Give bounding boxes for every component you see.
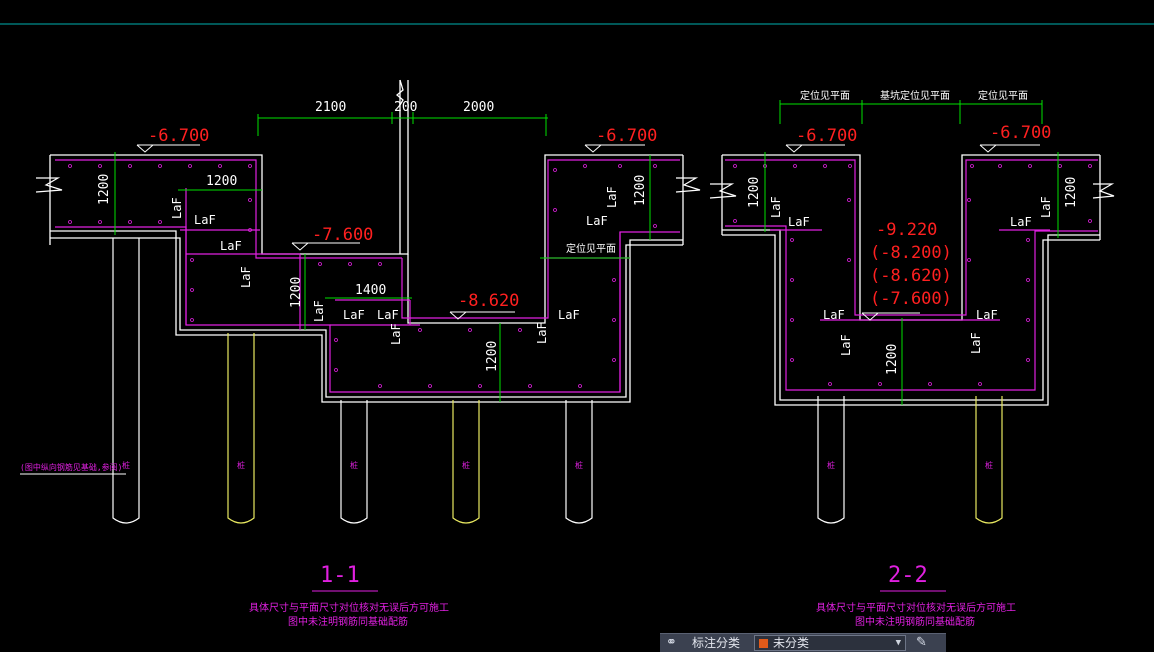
dim-200: 200	[394, 100, 417, 115]
elevation-low-1: -8.620	[458, 291, 519, 311]
anchor-laf: LaF	[839, 334, 853, 356]
section-note-1-line1: 具体尺寸与平面尺寸对位核对无误后方可施工	[249, 601, 449, 614]
position-note-1: 定位见平面	[566, 242, 616, 255]
pile-tag: 桩	[122, 460, 130, 470]
pile-1	[112, 238, 140, 524]
s2-elevation-right: -6.700	[990, 123, 1051, 143]
edit-icon[interactable]: ✎	[916, 635, 940, 651]
anchor-laf: LaF	[220, 239, 242, 253]
section-title-1-1: 1-1	[320, 563, 360, 588]
pile-tag: 桩	[462, 460, 470, 470]
section-1-1: 2100 200 2000 1200 1400 1200 1200 1200 1…	[20, 79, 701, 628]
pile-tag: 桩	[985, 460, 993, 470]
break-mark-left	[35, 177, 63, 193]
dim-1400: 1400	[355, 283, 386, 298]
anchor-laf: LaF	[194, 213, 216, 227]
elevation-left-1: -6.700	[148, 126, 209, 146]
dim-1200-left-top: 1200	[206, 174, 237, 189]
anchor-laf: LaF	[558, 308, 580, 322]
s2-elevation-center-2: (-8.200)	[870, 243, 952, 263]
anchor-laf: LaF	[239, 266, 253, 288]
anchor-laf: LaF	[1039, 196, 1053, 218]
section-note-1-line2: 图中未注明钢筋同基础配筋	[288, 615, 408, 628]
break-mark-right-2	[1092, 183, 1115, 199]
anchor-laf: LaF	[377, 308, 399, 322]
s2-pile-2	[975, 396, 1003, 524]
section-note-2-line1: 具体尺寸与平面尺寸对位核对无误后方可施工	[816, 601, 1016, 614]
anchor-laf: LaF	[769, 196, 783, 218]
s2-pile-1	[817, 396, 845, 524]
anchor-laf: LaF	[976, 308, 998, 322]
break-mark-right	[675, 177, 701, 193]
bottom-outline	[50, 230, 683, 403]
chevron-down-icon: ▼	[895, 638, 901, 648]
section-2-2: 定位见平面 基坑定位见平面 定位见平面 -6.700 -6.700 -9.220…	[709, 89, 1115, 628]
pile-tag: 桩	[575, 460, 583, 470]
anchor-laf: LaF	[343, 308, 365, 322]
pile-tag: 桩	[237, 460, 245, 470]
category-select[interactable]: 未分类 ▼	[754, 635, 906, 651]
s2-elevation-left: -6.700	[796, 126, 857, 146]
s2-elevation-center-1: -9.220	[876, 220, 937, 240]
anchor-laf: LaF	[605, 186, 619, 208]
side-note: (图中纵向钢筋见基础,参阅)	[20, 462, 122, 472]
anchor-laf: LaF	[788, 215, 810, 229]
dim-2100: 2100	[315, 100, 346, 115]
s2-position-note-left: 定位见平面	[800, 89, 850, 102]
anchor-laf: LaF	[823, 308, 845, 322]
anchor-laf: LaF	[312, 300, 326, 322]
anchor-laf: LaF	[969, 332, 983, 354]
anchor-laf: LaF	[1010, 215, 1032, 229]
category-label: 标注分类	[692, 636, 741, 650]
category-value: 未分类	[773, 636, 810, 650]
link-icon[interactable]: ⚭	[666, 635, 686, 651]
elevation-mid-1: -7.600	[312, 225, 373, 245]
dim-1200-vertical-left: 1200	[97, 174, 112, 205]
section-note-2-line2: 图中未注明钢筋同基础配筋	[855, 615, 975, 628]
dim-1200-vertical-bottom: 1200	[485, 341, 500, 372]
break-mark-left-2	[709, 183, 737, 199]
anchor-laf: LaF	[170, 197, 184, 219]
elevation-right-1: -6.700	[596, 126, 657, 146]
s2-elevation-center-4: (-7.600)	[870, 289, 952, 309]
s2-dim-1200-left: 1200	[747, 177, 762, 208]
s2-elevation-center-3: (-8.620)	[870, 266, 952, 286]
anchor-laf: LaF	[389, 323, 403, 345]
cad-drawing-canvas[interactable]: 2100 200 2000 1200 1400 1200 1200 1200 1…	[0, 0, 1154, 651]
s2-position-note-mid: 基坑定位见平面	[880, 89, 950, 102]
anchor-laf: LaF	[586, 214, 608, 228]
category-color-swatch	[759, 639, 768, 648]
s2-position-note-right: 定位见平面	[978, 89, 1028, 102]
pile-tag: 桩	[350, 460, 358, 470]
pile-tag: 桩	[827, 460, 835, 470]
anchor-laf: LaF	[535, 322, 549, 344]
bottom-outline-2	[50, 237, 683, 398]
pile-2	[227, 333, 255, 524]
section-title-2-2: 2-2	[888, 563, 928, 588]
annotation-category-toolbar: ⚭ 标注分类 未分类 ▼ ✎	[660, 633, 946, 652]
dim-2000: 2000	[463, 100, 494, 115]
s2-dim-1200-bottom: 1200	[885, 344, 900, 375]
s2-dim-1200-right: 1200	[1064, 177, 1079, 208]
dim-1200-vertical-right: 1200	[633, 175, 648, 206]
dim-1200-vertical-mid: 1200	[289, 277, 304, 308]
